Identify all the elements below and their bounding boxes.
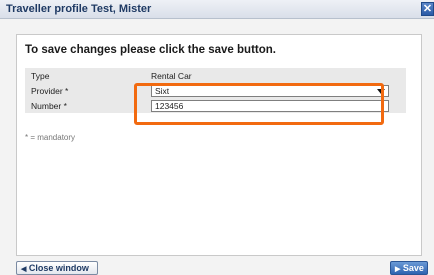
forward-arrow-icon: ▶	[395, 266, 401, 273]
save-label: Save	[402, 263, 424, 273]
provider-label: Provider *	[31, 85, 69, 96]
mandatory-note: * = mandatory	[25, 133, 76, 142]
title-bar: Traveller profile Test, Mister ✕	[0, 0, 434, 19]
number-input[interactable]: 123456	[151, 99, 389, 112]
type-label: Type	[31, 70, 50, 81]
form-row-number: Number * 123456	[25, 98, 406, 113]
provider-select[interactable]: Sixt	[151, 84, 389, 97]
close-window-label: Close window	[28, 263, 89, 273]
back-arrow-icon: ◀	[21, 266, 27, 273]
content-panel: To save changes please click the save bu…	[16, 34, 422, 256]
form-row-type: Type Rental Car	[25, 68, 406, 83]
close-icon[interactable]: ✕	[421, 2, 434, 16]
profile-form: Type Rental Car Provider * Sixt Number *…	[25, 68, 406, 113]
number-label: Number *	[31, 100, 67, 111]
close-window-button[interactable]: ◀ Close window	[16, 261, 98, 275]
dialog-window: Traveller profile Test, Mister ✕ To save…	[0, 0, 434, 275]
window-title: Traveller profile Test, Mister	[6, 3, 152, 15]
page-heading: To save changes please click the save bu…	[25, 44, 276, 56]
form-row-provider: Provider * Sixt	[25, 83, 406, 98]
dropdown-arrow-icon[interactable]	[377, 88, 385, 94]
type-value: Rental Car	[151, 70, 192, 81]
save-button[interactable]: ▶ Save	[390, 261, 428, 275]
provider-selected-value: Sixt	[155, 85, 170, 96]
